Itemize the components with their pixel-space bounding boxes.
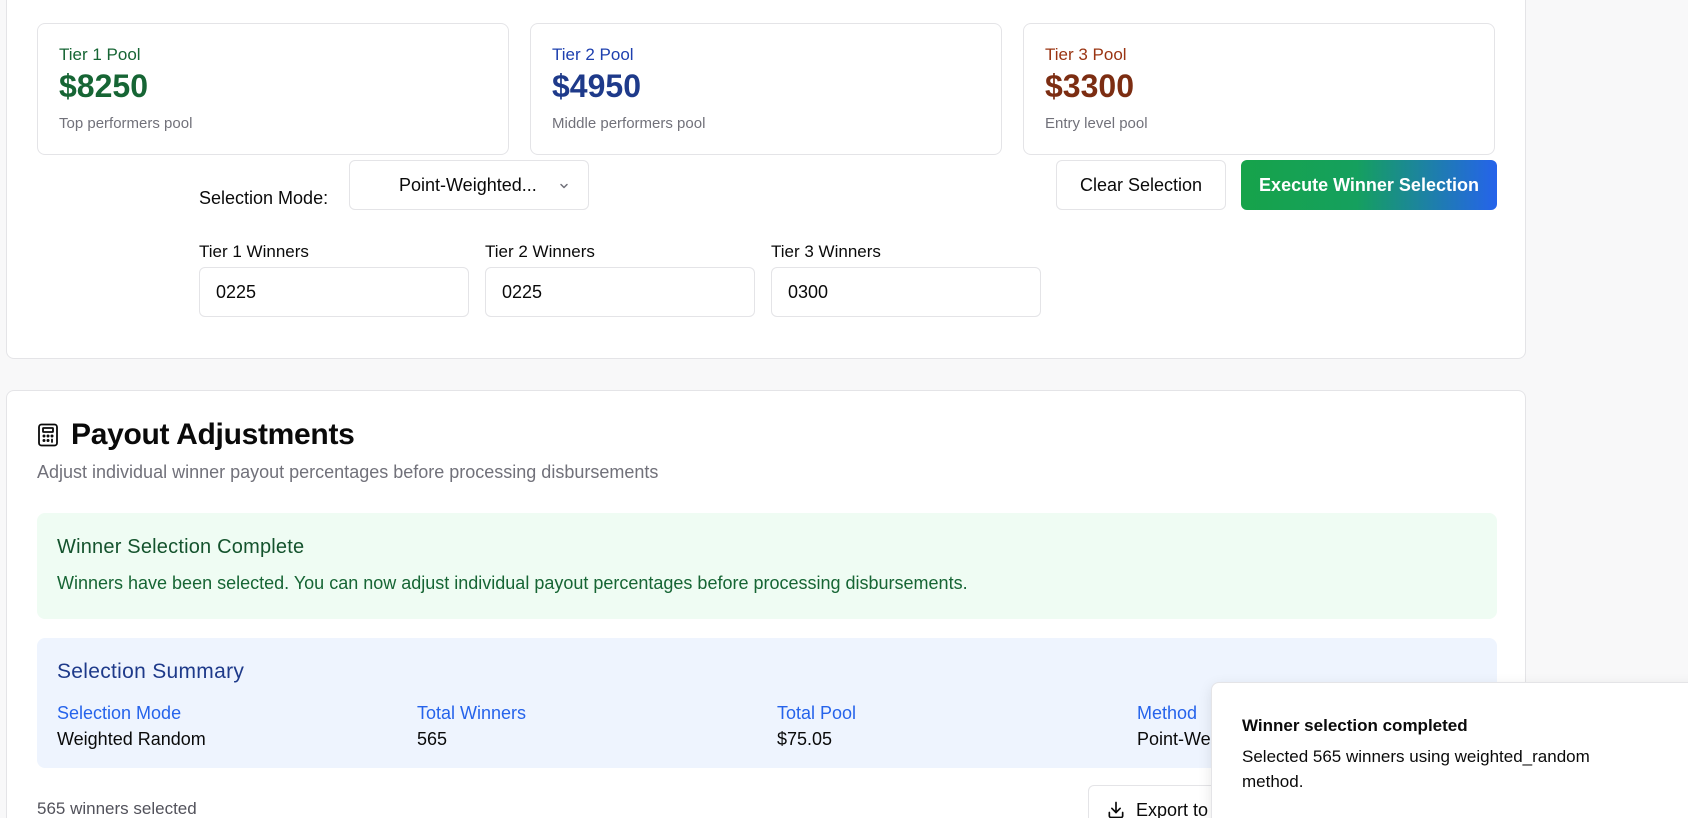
page: Tier 1 Pool $8250 Top performers pool Ti… (0, 0, 1688, 818)
tier-3-pool-card: Tier 3 Pool $3300 Entry level pool (1023, 23, 1495, 155)
tier-1-winners-input[interactable]: 0225 (199, 267, 469, 317)
summary-item: Total Pool $75.05 (777, 701, 856, 751)
download-icon (1108, 801, 1124, 818)
tier-1-pool-card: Tier 1 Pool $8250 Top performers pool (37, 23, 509, 155)
pool-amount: $4950 (552, 68, 641, 104)
summary-key: Total Winners (417, 703, 527, 723)
alert-title: Winner Selection Complete (57, 536, 305, 558)
pool-title: Tier 3 Pool (1045, 45, 1127, 64)
tier-2-winners-label: Tier 2 Winners (485, 242, 595, 261)
tier-3-winners-label: Tier 3 Winners (771, 242, 881, 261)
tier-3-winners-field: Tier 3 Winners 0300 (771, 241, 1041, 317)
summary-value: $75.05 (777, 729, 833, 749)
pool-description: Top performers pool (59, 115, 193, 132)
execute-winner-selection-button[interactable]: Execute Winner Selection (1241, 160, 1497, 210)
summary-value: 565 (417, 729, 448, 749)
pool-title: Tier 2 Pool (552, 45, 634, 64)
success-alert: Winner Selection Complete Winners have b… (37, 513, 1497, 619)
pool-amount: $8250 (59, 68, 148, 104)
selection-mode-label: Selection Mode: (199, 188, 329, 208)
toast-title: Winner selection completed (1242, 716, 1468, 735)
toast-notification[interactable]: Winner selection completed Selected 565 … (1211, 682, 1688, 818)
selection-mode-select[interactable]: Point-Weighted... (349, 160, 589, 210)
tier-1-winners-field: Tier 1 Winners 0225 (199, 241, 469, 317)
pool-amount: $3300 (1045, 68, 1134, 104)
pool-title: Tier 1 Pool (59, 45, 141, 64)
calculator-icon (38, 423, 58, 447)
summary-item: Total Winners 565 (417, 701, 526, 751)
summary-item: Selection Mode Weighted Random (57, 701, 206, 751)
alert-text: Winners have been selected. You can now … (57, 573, 968, 593)
selection-mode-value: Point-Weighted... (399, 174, 537, 195)
pool-description: Middle performers pool (552, 115, 706, 132)
summary-value: Weighted Random (57, 729, 206, 749)
clear-selection-button[interactable]: Clear Selection (1056, 160, 1226, 210)
page-subtitle: Adjust individual winner payout percenta… (37, 462, 659, 482)
tier-2-winners-field: Tier 2 Winners 0225 (485, 241, 755, 317)
tier-2-pool-card: Tier 2 Pool $4950 Middle performers pool (530, 23, 1002, 155)
summary-key: Selection Mode (57, 703, 182, 723)
pool-description: Entry level pool (1045, 115, 1148, 132)
toast-message: Selected 565 winners using weighted_rand… (1242, 747, 1590, 791)
winner-selection-card: Tier 1 Pool $8250 Top performers pool Ti… (6, 0, 1526, 359)
winners-count-text: 565 winners selected (37, 799, 197, 818)
chevron-down-icon (560, 183, 568, 189)
summary-key: Total Pool (777, 703, 857, 723)
tier-1-winners-label: Tier 1 Winners (199, 242, 309, 261)
tier-3-winners-input[interactable]: 0300 (771, 267, 1041, 317)
tier-2-winners-input[interactable]: 0225 (485, 267, 755, 317)
page-title: Payout Adjustments (71, 418, 355, 451)
